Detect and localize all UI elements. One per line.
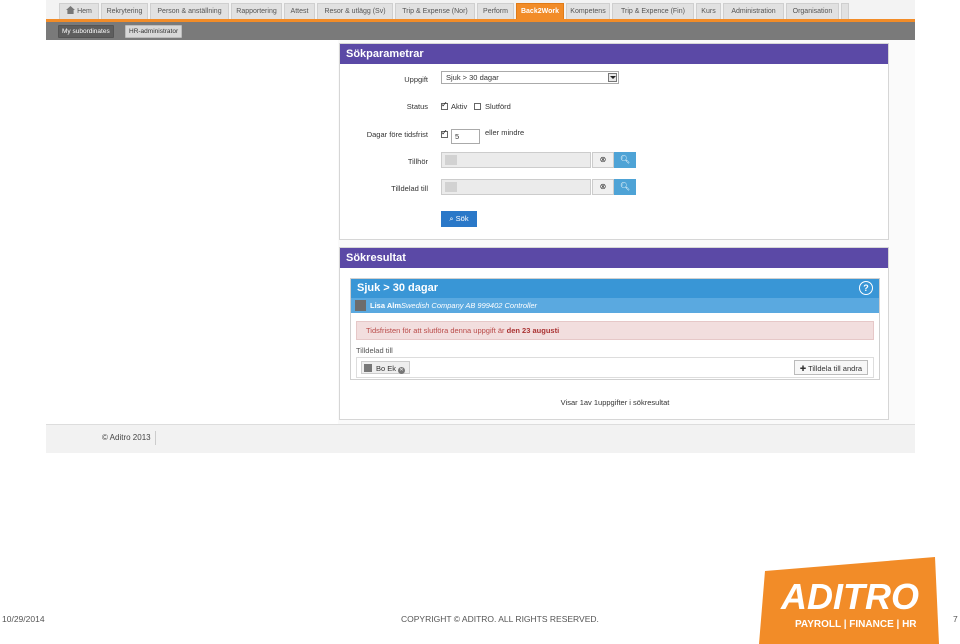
tab-resor-utlagg[interactable]: Resor & utlägg (Sv) <box>317 3 393 19</box>
search-panel-title: Sökparametrar <box>340 44 888 64</box>
main-nav: Hem Rekrytering Person & anställning Rap… <box>46 0 915 21</box>
tab-empty[interactable] <box>841 3 849 19</box>
left-pane <box>46 40 338 424</box>
tab-kompetens[interactable]: Kompetens <box>566 3 610 19</box>
person-detail: Swedish Company AB 999402 Controller <box>400 301 538 310</box>
plus-icon: ✚ <box>799 364 807 373</box>
status-active-checkbox[interactable] <box>441 100 448 110</box>
assign-to-others-button[interactable]: ✚ Tilldela till andra <box>793 360 868 375</box>
help-icon[interactable]: ? <box>859 281 873 295</box>
days-suffix: eller mindre <box>485 128 525 137</box>
deadline-date: den 23 augusti <box>506 326 560 335</box>
remove-icon[interactable]: ✕ <box>398 367 406 374</box>
belongs-label: Tillhör <box>407 157 428 166</box>
footer-divider <box>155 431 156 445</box>
footer-copyright: © Aditro 2013 <box>102 433 151 442</box>
avatar <box>355 300 366 311</box>
task-select[interactable]: Sjuk > 30 dagar <box>441 71 619 84</box>
days-label: Dagar före tidsfrist <box>366 130 428 139</box>
aditro-logo: ADITRO PAYROLL | FINANCE | HR <box>759 557 939 644</box>
status-done-label: Slutförd <box>485 102 511 111</box>
search-icon[interactable]: 🔍︎ <box>614 152 636 168</box>
tab-perform[interactable]: Perform <box>477 3 514 19</box>
results-panel: Sökresultat Sjuk > 30 dagar ? Lisa AlmSw… <box>339 247 889 420</box>
main-pane: Sökparametrar Uppgift Sjuk > 30 dagar St… <box>338 40 915 424</box>
result-card-header: Sjuk > 30 dagar ? <box>351 279 879 298</box>
assignee-box: Bo Ek ✕ ✚ Tilldela till andra <box>356 357 874 378</box>
search-icon: ⌕ <box>449 214 454 223</box>
results-panel-title: Sökresultat <box>340 248 888 268</box>
person-placeholder-icon <box>445 155 457 165</box>
assigned-label: Tilldelad till <box>391 184 428 193</box>
deadline-alert: Tidsfristen för att slutföra denna uppgi… <box>356 321 874 340</box>
status-done-checkbox[interactable] <box>474 103 481 110</box>
status-label: Status <box>406 102 428 111</box>
belongs-picker[interactable]: ⊗ 🔍︎ <box>441 152 636 168</box>
tab-hem[interactable]: Hem <box>59 3 99 19</box>
days-checkbox[interactable] <box>441 128 448 138</box>
person-icon <box>364 364 372 372</box>
person-name[interactable]: Lisa Alm <box>370 301 401 310</box>
search-panel: Sökparametrar Uppgift Sjuk > 30 dagar St… <box>339 43 889 240</box>
svg-text:PAYROLL | FINANCE | HR: PAYROLL | FINANCE | HR <box>795 619 917 630</box>
subtab-my-subordinates[interactable]: My subordinates <box>58 25 114 38</box>
sub-nav: My subordinates HR-administrator <box>46 22 915 40</box>
chevron-down-icon[interactable] <box>608 73 617 82</box>
svg-text:ADITRO: ADITRO <box>780 576 919 617</box>
tab-trip-expense-nor[interactable]: Trip & Expense (Nor) <box>395 3 475 19</box>
task-label: Uppgift <box>404 75 428 84</box>
status-active-label: Aktiv <box>451 102 468 111</box>
search-icon[interactable]: 🔍︎ <box>614 179 636 195</box>
result-card: Sjuk > 30 dagar ? Lisa AlmSwedish Compan… <box>350 278 880 380</box>
tab-organisation[interactable]: Organisation <box>786 3 839 19</box>
slide-copyright: COPYRIGHT © ADITRO. ALL RIGHTS RESERVED. <box>401 614 599 624</box>
tab-rapportering[interactable]: Rapportering <box>231 3 282 19</box>
tab-administration[interactable]: Administration <box>723 3 784 19</box>
tab-rekrytering[interactable]: Rekrytering <box>101 3 148 19</box>
app-footer: © Aditro 2013 <box>46 424 915 453</box>
clear-icon[interactable]: ⊗ <box>592 152 614 168</box>
tab-back2work[interactable]: Back2Work <box>516 3 564 19</box>
search-button[interactable]: ⌕ Sök <box>441 211 477 227</box>
assignee-label: Tilldelad till <box>356 346 393 355</box>
tab-trip-expence-fin[interactable]: Trip & Expence (Fin) <box>612 3 694 19</box>
person-placeholder-icon <box>445 182 457 192</box>
app-window: Hem Rekrytering Person & anställning Rap… <box>46 0 915 453</box>
tab-attest[interactable]: Attest <box>284 3 315 19</box>
result-task-title: Sjuk > 30 dagar <box>357 282 439 294</box>
subtab-hr-administrator[interactable]: HR-administrator <box>125 25 183 38</box>
tab-kurs[interactable]: Kurs <box>696 3 721 19</box>
result-person-row: Lisa AlmSwedish Company AB 999402 Contro… <box>351 298 879 313</box>
tab-person-anstallning[interactable]: Person & anställning <box>150 3 229 19</box>
assignee-chip[interactable]: Bo Ek ✕ <box>361 361 411 374</box>
clear-icon[interactable]: ⊗ <box>592 179 614 195</box>
slide-date: 10/29/2014 <box>2 614 45 624</box>
home-icon <box>66 6 76 14</box>
result-summary: Visar 1av 1uppgifter i sökresultat <box>560 398 670 407</box>
assigned-picker[interactable]: ⊗ 🔍︎ <box>441 179 636 195</box>
days-input[interactable]: 5 <box>451 129 480 144</box>
slide-page-number: 7 <box>953 614 958 624</box>
